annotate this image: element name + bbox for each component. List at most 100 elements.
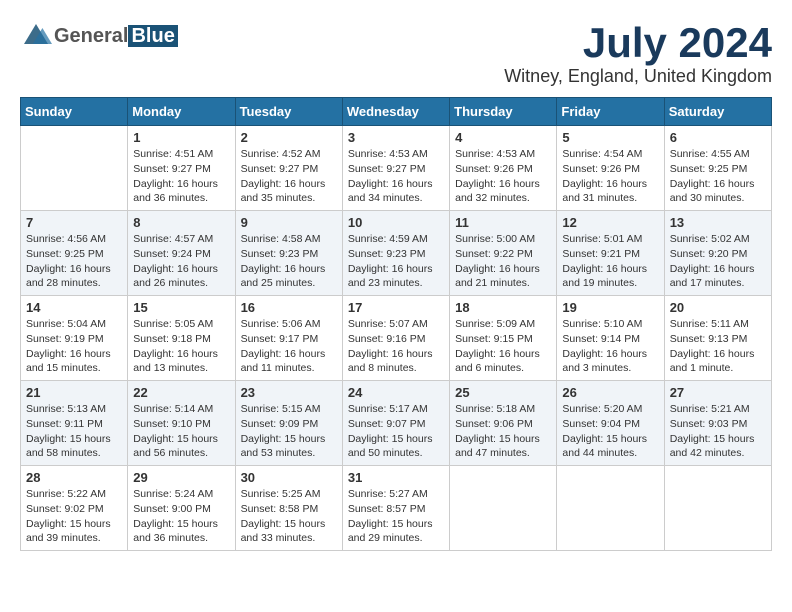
day-number: 14 — [26, 300, 122, 315]
day-info: Sunrise: 5:00 AM Sunset: 9:22 PM Dayligh… — [455, 232, 551, 291]
calendar-cell: 15Sunrise: 5:05 AM Sunset: 9:18 PM Dayli… — [128, 296, 235, 381]
calendar-cell — [664, 466, 771, 551]
calendar-cell: 5 Sunrise: 4:54 AM Sunset: 9:26 PM Daylig… — [557, 126, 664, 211]
calendar-cell: 28Sunrise: 5:22 AM Sunset: 9:02 PM Dayli… — [21, 466, 128, 551]
day-number: 1 — [133, 130, 229, 145]
weekday-header-row: SundayMondayTuesdayWednesdayThursdayFrid… — [21, 98, 772, 126]
day-info: Sunrise: 5:24 AM Sunset: 9:00 PM Dayligh… — [133, 487, 229, 546]
weekday-header-tuesday: Tuesday — [235, 98, 342, 126]
calendar-table: SundayMondayTuesdayWednesdayThursdayFrid… — [20, 97, 772, 551]
day-info: Sunrise: 5:11 AM Sunset: 9:13 PM Dayligh… — [670, 317, 766, 376]
day-info: Sunrise: 4:53 AM Sunset: 9:27 PM Dayligh… — [348, 147, 444, 206]
calendar-cell: 12Sunrise: 5:01 AM Sunset: 9:21 PM Dayli… — [557, 211, 664, 296]
calendar-week-row: 1 Sunrise: 4:51 AM Sunset: 9:27 PM Daylig… — [21, 126, 772, 211]
day-number: 28 — [26, 470, 122, 485]
page-header: GeneralBlue July 2024 Witney, England, U… — [20, 20, 772, 87]
day-number: 16 — [241, 300, 337, 315]
day-info: Sunrise: 5:18 AM Sunset: 9:06 PM Dayligh… — [455, 402, 551, 461]
calendar-week-row: 14 Sunrise: 5:04 AM Sunset: 9:19 PM Dayli… — [21, 296, 772, 381]
day-number: 17 — [348, 300, 444, 315]
calendar-cell: 23Sunrise: 5:15 AM Sunset: 9:09 PM Dayli… — [235, 381, 342, 466]
day-info: Sunrise: 5:27 AM Sunset: 8:57 PM Dayligh… — [348, 487, 444, 546]
day-info: Sunrise: 5:09 AM Sunset: 9:15 PM Dayligh… — [455, 317, 551, 376]
day-info: Sunrise: 5:10 AM Sunset: 9:14 PM Dayligh… — [562, 317, 658, 376]
day-info: Sunrise: 4:51 AM Sunset: 9:27 PM Dayligh… — [133, 147, 229, 206]
calendar-cell: 2 Sunrise: 4:52 AM Sunset: 9:27 PM Daylig… — [235, 126, 342, 211]
day-number: 2 — [241, 130, 337, 145]
day-number: 18 — [455, 300, 551, 315]
day-info: Sunrise: 5:02 AM Sunset: 9:20 PM Dayligh… — [670, 232, 766, 291]
calendar-cell: 27 Sunrise: 5:21 AM Sunset: 9:03 PM Dayli… — [664, 381, 771, 466]
day-number: 6 — [670, 130, 766, 145]
day-number: 26 — [562, 385, 658, 400]
day-number: 10 — [348, 215, 444, 230]
calendar-cell: 7 Sunrise: 4:56 AM Sunset: 9:25 PM Daylig… — [21, 211, 128, 296]
day-info: Sunrise: 5:21 AM Sunset: 9:03 PM Dayligh… — [670, 402, 766, 461]
day-number: 23 — [241, 385, 337, 400]
calendar-cell: 3Sunrise: 4:53 AM Sunset: 9:27 PM Daylig… — [342, 126, 449, 211]
day-info: Sunrise: 5:01 AM Sunset: 9:21 PM Dayligh… — [562, 232, 658, 291]
day-info: Sunrise: 5:14 AM Sunset: 9:10 PM Dayligh… — [133, 402, 229, 461]
calendar-cell: 31 Sunrise: 5:27 AM Sunset: 8:57 PM Dayli… — [342, 466, 449, 551]
day-number: 5 — [562, 130, 658, 145]
day-info: Sunrise: 5:05 AM Sunset: 9:18 PM Dayligh… — [133, 317, 229, 376]
day-info: Sunrise: 4:52 AM Sunset: 9:27 PM Dayligh… — [241, 147, 337, 206]
day-info: Sunrise: 5:25 AM Sunset: 8:58 PM Dayligh… — [241, 487, 337, 546]
day-info: Sunrise: 4:57 AM Sunset: 9:24 PM Dayligh… — [133, 232, 229, 291]
day-info: Sunrise: 4:58 AM Sunset: 9:23 PM Dayligh… — [241, 232, 337, 291]
calendar-cell: 14 Sunrise: 5:04 AM Sunset: 9:19 PM Dayli… — [21, 296, 128, 381]
calendar-cell: 10 Sunrise: 4:59 AM Sunset: 9:23 PM Dayli… — [342, 211, 449, 296]
calendar-cell: 11 Sunrise: 5:00 AM Sunset: 9:22 PM Dayli… — [450, 211, 557, 296]
calendar-cell: 30 Sunrise: 5:25 AM Sunset: 8:58 PM Dayli… — [235, 466, 342, 551]
calendar-cell: 1 Sunrise: 4:51 AM Sunset: 9:27 PM Daylig… — [128, 126, 235, 211]
day-info: Sunrise: 5:07 AM Sunset: 9:16 PM Dayligh… — [348, 317, 444, 376]
month-title: July 2024 — [504, 20, 772, 66]
calendar-cell: 17 Sunrise: 5:07 AM Sunset: 9:16 PM Dayli… — [342, 296, 449, 381]
calendar-cell: 26 Sunrise: 5:20 AM Sunset: 9:04 PM Dayli… — [557, 381, 664, 466]
day-number: 20 — [670, 300, 766, 315]
calendar-cell: 29Sunrise: 5:24 AM Sunset: 9:00 PM Dayli… — [128, 466, 235, 551]
day-number: 8 — [133, 215, 229, 230]
calendar-cell: 25 Sunrise: 5:18 AM Sunset: 9:06 PM Dayli… — [450, 381, 557, 466]
day-number: 7 — [26, 215, 122, 230]
day-number: 25 — [455, 385, 551, 400]
day-number: 31 — [348, 470, 444, 485]
calendar-cell: 19 Sunrise: 5:10 AM Sunset: 9:14 PM Dayli… — [557, 296, 664, 381]
day-info: Sunrise: 5:13 AM Sunset: 9:11 PM Dayligh… — [26, 402, 122, 461]
calendar-cell: 8 Sunrise: 4:57 AM Sunset: 9:24 PM Daylig… — [128, 211, 235, 296]
day-number: 22 — [133, 385, 229, 400]
day-number: 11 — [455, 215, 551, 230]
day-info: Sunrise: 5:20 AM Sunset: 9:04 PM Dayligh… — [562, 402, 658, 461]
day-number: 19 — [562, 300, 658, 315]
logo-general: General — [54, 25, 128, 47]
calendar-cell: 20 Sunrise: 5:11 AM Sunset: 9:13 PM Dayli… — [664, 296, 771, 381]
weekday-header-sunday: Sunday — [21, 98, 128, 126]
calendar-cell: 16 Sunrise: 5:06 AM Sunset: 9:17 PM Dayli… — [235, 296, 342, 381]
day-number: 30 — [241, 470, 337, 485]
calendar-cell — [557, 466, 664, 551]
calendar-cell: 22 Sunrise: 5:14 AM Sunset: 9:10 PM Dayli… — [128, 381, 235, 466]
logo-icon — [20, 20, 52, 52]
calendar-week-row: 21 Sunrise: 5:13 AM Sunset: 9:11 PM Dayli… — [21, 381, 772, 466]
day-number: 27 — [670, 385, 766, 400]
calendar-cell: 13Sunrise: 5:02 AM Sunset: 9:20 PM Dayli… — [664, 211, 771, 296]
calendar-week-row: 7 Sunrise: 4:56 AM Sunset: 9:25 PM Daylig… — [21, 211, 772, 296]
day-info: Sunrise: 5:04 AM Sunset: 9:19 PM Dayligh… — [26, 317, 122, 376]
calendar-cell: 9Sunrise: 4:58 AM Sunset: 9:23 PM Daylig… — [235, 211, 342, 296]
day-number: 21 — [26, 385, 122, 400]
day-info: Sunrise: 4:56 AM Sunset: 9:25 PM Dayligh… — [26, 232, 122, 291]
weekday-header-saturday: Saturday — [664, 98, 771, 126]
day-info: Sunrise: 4:55 AM Sunset: 9:25 PM Dayligh… — [670, 147, 766, 206]
weekday-header-thursday: Thursday — [450, 98, 557, 126]
calendar-cell: 4Sunrise: 4:53 AM Sunset: 9:26 PM Daylig… — [450, 126, 557, 211]
day-info: Sunrise: 4:54 AM Sunset: 9:26 PM Dayligh… — [562, 147, 658, 206]
calendar-cell: 24Sunrise: 5:17 AM Sunset: 9:07 PM Dayli… — [342, 381, 449, 466]
day-info: Sunrise: 4:59 AM Sunset: 9:23 PM Dayligh… — [348, 232, 444, 291]
logo-blue: Blue — [128, 25, 177, 47]
logo-text: GeneralBlue — [54, 25, 178, 48]
day-number: 24 — [348, 385, 444, 400]
day-info: Sunrise: 4:53 AM Sunset: 9:26 PM Dayligh… — [455, 147, 551, 206]
day-info: Sunrise: 5:06 AM Sunset: 9:17 PM Dayligh… — [241, 317, 337, 376]
weekday-header-friday: Friday — [557, 98, 664, 126]
calendar-week-row: 28Sunrise: 5:22 AM Sunset: 9:02 PM Dayli… — [21, 466, 772, 551]
